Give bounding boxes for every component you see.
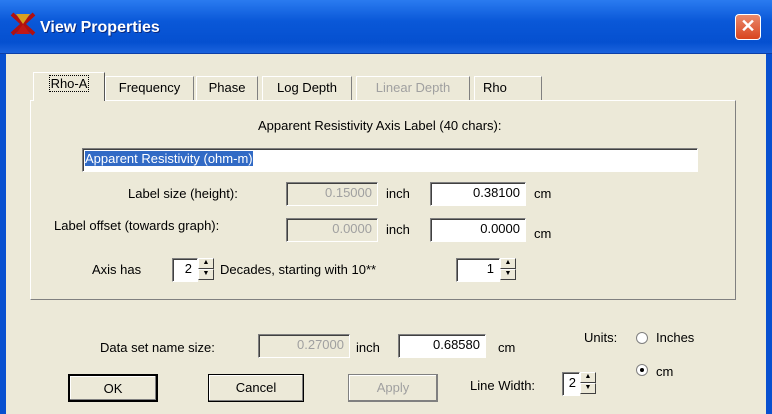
label-offset-inch-field: 0.0000 [286,218,378,242]
spin-down-icon[interactable]: ▼ [580,383,596,394]
ok-button[interactable]: OK [68,374,158,402]
dataset-size-cm-unit: cm [498,340,516,355]
decades-caption: Decades, starting with 10** [220,262,377,277]
spin-down-icon[interactable]: ▼ [198,269,214,280]
tab-label: Rho-A [48,75,90,92]
line-width-spinner[interactable]: ▲ ▼ [580,372,596,396]
label-size-cm-field[interactable]: 0.38100 [430,182,526,206]
label-offset-cm-unit: cm [534,226,552,241]
units-cm-label: cm [656,364,674,379]
tab-label: Log Depth [277,80,337,95]
line-width-caption: Line Width: [470,378,536,393]
tab-linear-depth: Linear Depth [356,76,470,100]
tab-rho-a[interactable]: Rho-A [33,72,105,101]
app-icon [10,12,36,36]
tab-frequency[interactable]: Frequency [105,76,194,100]
axis-label-input[interactable]: Apparent Resistivity (ohm-m) [82,148,698,172]
label-size-caption: Label size (height): [128,186,238,201]
tab-label: Frequency [118,80,181,95]
axis-label-value: Apparent Resistivity (ohm-m) [85,151,253,166]
label-offset-caption: Label offset (towards graph): [54,218,220,233]
spin-down-icon[interactable]: ▼ [500,269,516,280]
dataset-size-cm-field[interactable]: 0.68580 [398,334,486,358]
units-cm-radio[interactable] [636,364,648,376]
tab-phase[interactable]: Phase [196,76,258,100]
close-icon: ✕ [740,16,756,36]
tab-rho[interactable]: Rho [474,76,542,100]
close-button[interactable]: ✕ [735,14,761,40]
axis-label-caption: Apparent Resistivity Axis Label (40 char… [258,118,502,133]
decades-spinner[interactable]: ▲ ▼ [198,258,214,282]
spin-up-icon[interactable]: ▲ [500,258,516,269]
line-width-field[interactable]: 2 [562,372,580,396]
cancel-button[interactable]: Cancel [208,374,304,402]
units-inches-radio[interactable] [636,332,648,344]
label-offset-inch-unit: inch [386,222,410,237]
start-exponent-spinner[interactable]: ▲ ▼ [500,258,516,282]
tab-label: Linear Depth [375,80,451,95]
tab-log-depth[interactable]: Log Depth [262,76,352,100]
tab-label: Rho [483,80,507,95]
units-caption: Units: [584,330,618,345]
decades-field[interactable]: 2 [172,258,198,282]
label-size-inch-unit: inch [386,186,410,201]
window-frame-right [766,54,772,414]
dataset-size-inch-unit: inch [356,340,380,355]
dataset-size-inch-field: 0.27000 [258,334,350,358]
dataset-size-caption: Data set name size: [100,340,215,355]
units-inches-label: Inches [656,330,695,345]
label-offset-cm-field[interactable]: 0.0000 [430,218,526,242]
spin-up-icon[interactable]: ▲ [580,372,596,383]
axis-has-caption: Axis has [92,262,142,277]
label-size-inch-field: 0.15000 [286,182,378,206]
spin-up-icon[interactable]: ▲ [198,258,214,269]
label-size-cm-unit: cm [534,186,552,201]
apply-button: Apply [348,374,438,402]
tab-label: Phase [208,80,246,95]
window-title: View Properties [40,19,160,36]
start-exponent-field[interactable]: 1 [456,258,500,282]
